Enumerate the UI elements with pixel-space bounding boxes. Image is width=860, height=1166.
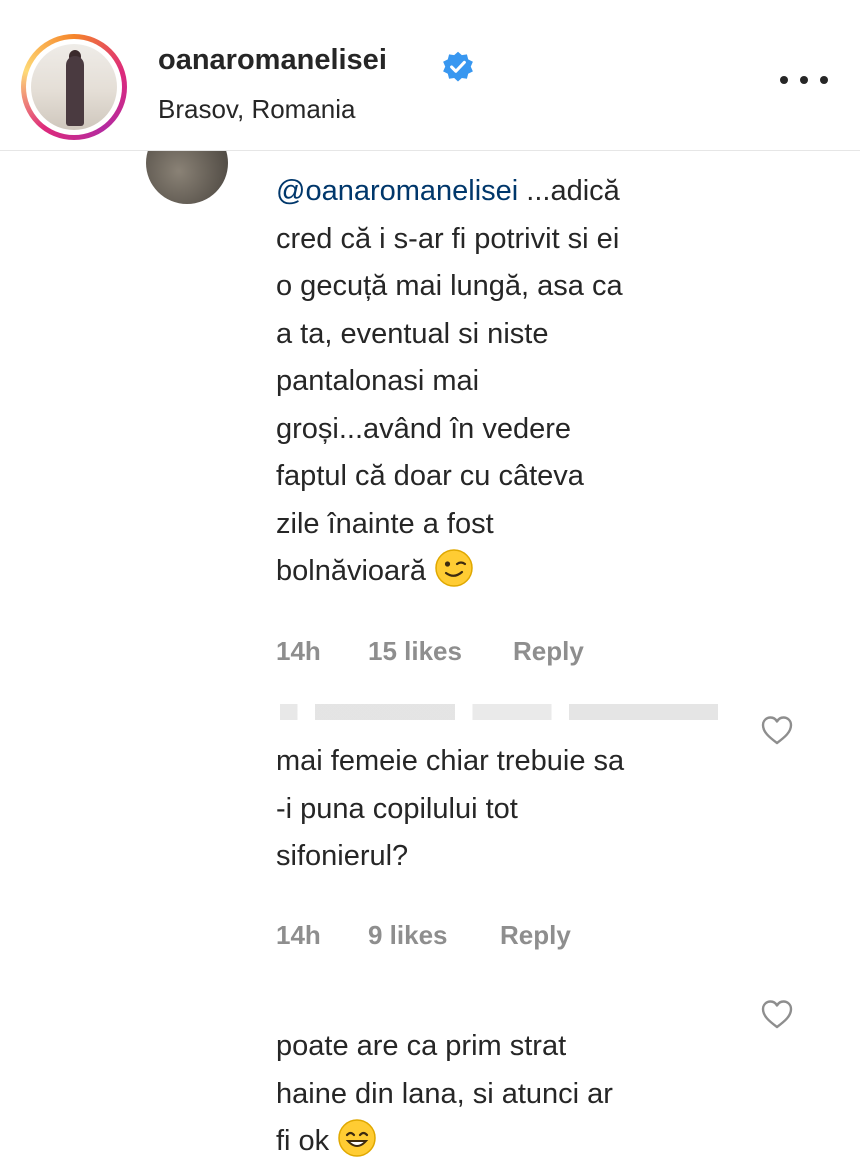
- post-header: oanaromanelisei Brasov, Romania: [0, 0, 860, 151]
- comment-meta: 14h 15 likes Reply: [276, 636, 584, 667]
- winking-face-emoji-icon: [435, 549, 473, 587]
- like-heart-icon[interactable]: [760, 714, 794, 746]
- verified-badge-icon: [443, 51, 473, 82]
- smiling-face-emoji-icon: [338, 1119, 376, 1157]
- reply-button[interactable]: Reply: [513, 636, 584, 667]
- comment-text: poate are ca prim strat haine din lana, …: [276, 1030, 613, 1157]
- mention-link[interactable]: @oanaromanelisei: [276, 175, 518, 207]
- truncated-username: [280, 704, 718, 720]
- profile-avatar[interactable]: [21, 34, 127, 140]
- comment-time[interactable]: 14h: [276, 920, 368, 951]
- comment-text: @oanaromanelisei ...adică cred că i s-ar…: [276, 175, 623, 587]
- location-link[interactable]: Brasov, Romania: [158, 94, 356, 125]
- comment-text: mai femeie chiar trebuie sa -i puna copi…: [276, 745, 625, 872]
- comment-likes[interactable]: 15 likes: [368, 636, 513, 667]
- like-heart-icon[interactable]: [760, 998, 794, 1030]
- username-link[interactable]: oanaromanelisei: [158, 44, 387, 77]
- avatar-image: [31, 44, 117, 130]
- reply-button[interactable]: Reply: [500, 920, 571, 951]
- comment-likes[interactable]: 9 likes: [368, 920, 500, 951]
- more-options-icon[interactable]: [780, 68, 828, 92]
- comment-meta: 14h 9 likes Reply: [276, 920, 571, 951]
- comment-time[interactable]: 14h: [276, 636, 368, 667]
